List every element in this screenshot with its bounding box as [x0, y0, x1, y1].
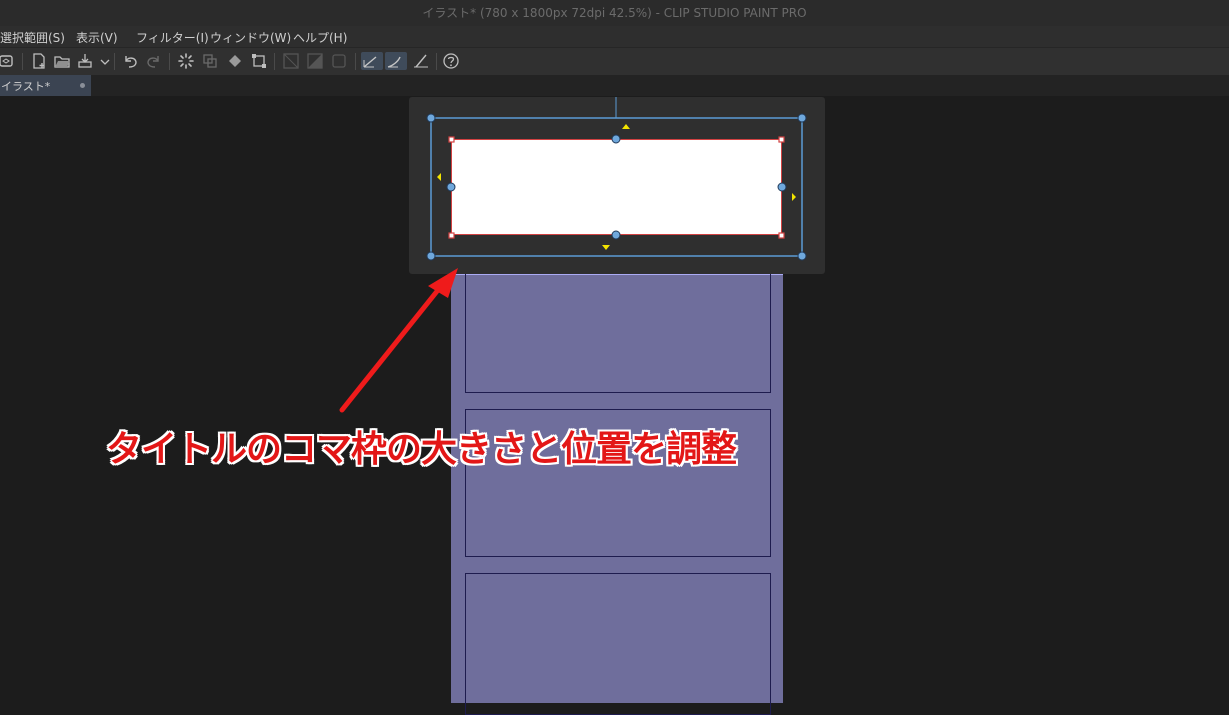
frame-icon-1[interactable]: [282, 52, 300, 70]
window-title-bar: イラスト* (780 x 1800px 72dpi 42.5%) - CLIP …: [0, 0, 1229, 27]
panel-frame-3[interactable]: [465, 573, 771, 715]
fill-icon[interactable]: [226, 52, 244, 70]
menu-item-selection[interactable]: 選択範囲(S): [0, 29, 65, 46]
transform-icon[interactable]: [250, 52, 268, 70]
command-bar: [0, 47, 1229, 76]
annotation-caption: タイトルのコマ枠の大きさと位置を調整: [106, 429, 737, 470]
menu-item-help[interactable]: ヘルプ(H): [293, 29, 347, 46]
dropdown-arrow-icon[interactable]: [96, 52, 110, 70]
ruler-snap-icon-2[interactable]: [385, 52, 407, 70]
frame-icon-3[interactable]: [330, 52, 348, 70]
document-tab-bar: イラスト*: [0, 75, 1229, 96]
menu-item-filter[interactable]: フィルター(I): [136, 29, 209, 46]
ruler-snap-icon-1[interactable]: [361, 52, 383, 70]
layer-icon[interactable]: [0, 52, 15, 70]
new-file-icon[interactable]: [30, 52, 48, 70]
help-icon[interactable]: [442, 52, 460, 70]
menu-item-view[interactable]: 表示(V): [76, 29, 118, 46]
ruler-snap-icon-3[interactable]: [412, 52, 430, 70]
open-folder-icon[interactable]: [53, 52, 71, 70]
redo-icon[interactable]: [145, 52, 163, 70]
save-icon[interactable]: [76, 52, 94, 70]
undo-icon[interactable]: [121, 52, 139, 70]
loading-spinner-icon[interactable]: [177, 52, 195, 70]
document-tab-label: イラスト*: [1, 80, 51, 93]
frame-icon-2[interactable]: [306, 52, 324, 70]
document-tab[interactable]: イラスト*: [0, 75, 91, 96]
close-tab-icon[interactable]: [80, 83, 85, 88]
menu-bar: 選択範囲(S) 表示(V) フィルター(I) ウィンドウ(W) ヘルプ(H): [0, 26, 1229, 47]
menu-item-window[interactable]: ウィンドウ(W): [210, 29, 291, 46]
title-panel-frame[interactable]: [451, 139, 782, 235]
window-title: イラスト* (780 x 1800px 72dpi 42.5%) - CLIP …: [422, 6, 807, 20]
copy-layer-icon[interactable]: [201, 52, 219, 70]
